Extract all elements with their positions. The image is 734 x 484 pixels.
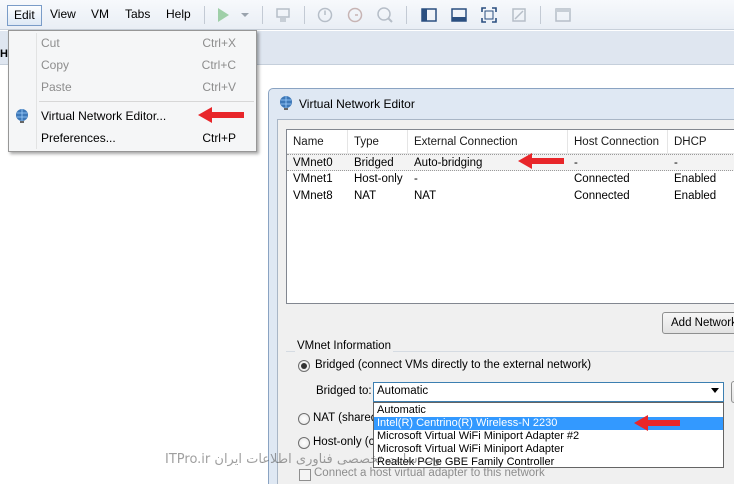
- menu-edit[interactable]: Edit: [7, 5, 42, 26]
- watermark-text: وب سایت تخصصی فناوری اطلاعات ایران ITPro…: [165, 452, 441, 467]
- fullscreen-icon[interactable]: [480, 6, 498, 24]
- connect-adapter-checkbox[interactable]: [299, 469, 311, 481]
- cell-external: Auto-bridging: [414, 157, 483, 169]
- toolbar-separator: [204, 6, 205, 24]
- cell-dhcp: Enabled: [674, 190, 717, 202]
- cell-host: -: [574, 157, 578, 169]
- bridged-to-label: Bridged to:: [316, 385, 372, 397]
- snapshot-manager-icon[interactable]: [376, 6, 394, 24]
- bridged-to-value: Automatic: [377, 385, 429, 397]
- menu-view[interactable]: View: [44, 5, 82, 26]
- vmnet-info-label: VMnet Information: [295, 340, 393, 352]
- host-only-label: Host-only (c: [313, 436, 375, 448]
- chevron-down-icon[interactable]: [711, 388, 719, 393]
- menu-item-cut[interactable]: Cut Ctrl+X: [9, 32, 256, 54]
- snapshot-revert-icon[interactable]: [346, 6, 364, 24]
- column-header-host[interactable]: Host Connection: [568, 130, 668, 154]
- sidebar-icon[interactable]: [420, 6, 438, 24]
- thumbnail-icon[interactable]: [554, 6, 572, 24]
- cell-external: NAT: [414, 190, 437, 202]
- add-network-button[interactable]: Add Network: [662, 312, 734, 334]
- red-arrow-icon: [634, 415, 680, 431]
- menu-item-label: Copy: [41, 58, 70, 72]
- cell-type: NAT: [354, 190, 377, 202]
- menubar: Edit View VM Tabs Help: [0, 0, 734, 30]
- toolbar-separator: [406, 6, 407, 24]
- unity-icon[interactable]: [510, 6, 528, 24]
- menu-item-label: Virtual Network Editor...: [41, 109, 167, 123]
- play-icon[interactable]: [214, 6, 232, 24]
- menu-vm[interactable]: VM: [85, 5, 115, 26]
- table-row[interactable]: VMnet1 Host-only - Connected Enabled: [287, 171, 734, 188]
- dialog-title: Virtual Network Editor: [299, 97, 415, 111]
- network-globe-icon: [280, 96, 292, 110]
- menu-item-label: Preferences...: [41, 131, 116, 145]
- bridged-label: Bridged (connect VMs directly to the ext…: [315, 359, 592, 371]
- menu-item-copy[interactable]: Copy Ctrl+C: [9, 54, 256, 76]
- cell-host: Connected: [574, 190, 630, 202]
- red-arrow-icon: [198, 107, 244, 123]
- menu-separator: [39, 101, 254, 102]
- column-header-dhcp[interactable]: DHCP: [668, 130, 734, 154]
- column-header-external[interactable]: External Connection: [408, 130, 568, 154]
- toolbar-separator: [304, 6, 305, 24]
- cell-name: VMnet8: [293, 190, 333, 202]
- menu-item-shortcut: Ctrl+C: [201, 58, 236, 72]
- network-icon[interactable]: [274, 6, 292, 24]
- cell-type: Bridged: [354, 157, 394, 169]
- menu-item-label: Cut: [41, 36, 60, 50]
- menu-tabs[interactable]: Tabs: [119, 5, 156, 26]
- network-globe-icon: [16, 109, 28, 123]
- red-arrow-icon: [518, 153, 564, 169]
- edit-menu: Cut Ctrl+X Copy Ctrl+C Paste Ctrl+V Virt…: [8, 30, 257, 152]
- dropdown-icon[interactable]: [236, 6, 254, 24]
- connect-adapter-label: Connect a host virtual adapter to this n…: [314, 467, 545, 479]
- host-only-radio[interactable]: [298, 437, 310, 449]
- table-row[interactable]: VMnet8 NAT NAT Connected Enabled: [287, 188, 734, 205]
- menu-item-preferences[interactable]: Preferences... Ctrl+P: [9, 127, 256, 149]
- console-icon[interactable]: [450, 6, 468, 24]
- nat-radio[interactable]: [298, 413, 310, 425]
- network-table: Name Type External Connection Host Conne…: [286, 129, 734, 304]
- cell-host: Connected: [574, 173, 630, 185]
- column-header-name[interactable]: Name: [287, 130, 348, 154]
- column-header-type[interactable]: Type: [348, 130, 408, 154]
- cell-external: -: [414, 173, 418, 185]
- menu-item-shortcut: Ctrl+P: [202, 131, 236, 145]
- cell-type: Host-only: [354, 173, 403, 185]
- menu-item-label: Paste: [41, 80, 72, 94]
- cell-name: VMnet0: [293, 157, 333, 169]
- menu-item-paste[interactable]: Paste Ctrl+V: [9, 76, 256, 98]
- bridged-radio[interactable]: [298, 360, 310, 372]
- toolbar-separator: [540, 6, 541, 24]
- cell-dhcp: -: [674, 157, 678, 169]
- table-header: Name Type External Connection Host Conne…: [287, 130, 734, 154]
- menu-help[interactable]: Help: [160, 5, 197, 26]
- menu-item-shortcut: Ctrl+V: [202, 80, 236, 94]
- table-row[interactable]: VMnet0 Bridged Auto-bridging - -: [287, 154, 734, 171]
- menu-item-shortcut: Ctrl+X: [202, 36, 236, 50]
- bridged-to-select[interactable]: Automatic: [373, 382, 724, 402]
- snapshot-take-icon[interactable]: [316, 6, 334, 24]
- toolbar-separator: [262, 6, 263, 24]
- cell-dhcp: Enabled: [674, 173, 717, 185]
- background-text: H: [0, 48, 8, 60]
- nat-label: NAT (shared: [313, 412, 378, 424]
- cell-name: VMnet1: [293, 173, 333, 185]
